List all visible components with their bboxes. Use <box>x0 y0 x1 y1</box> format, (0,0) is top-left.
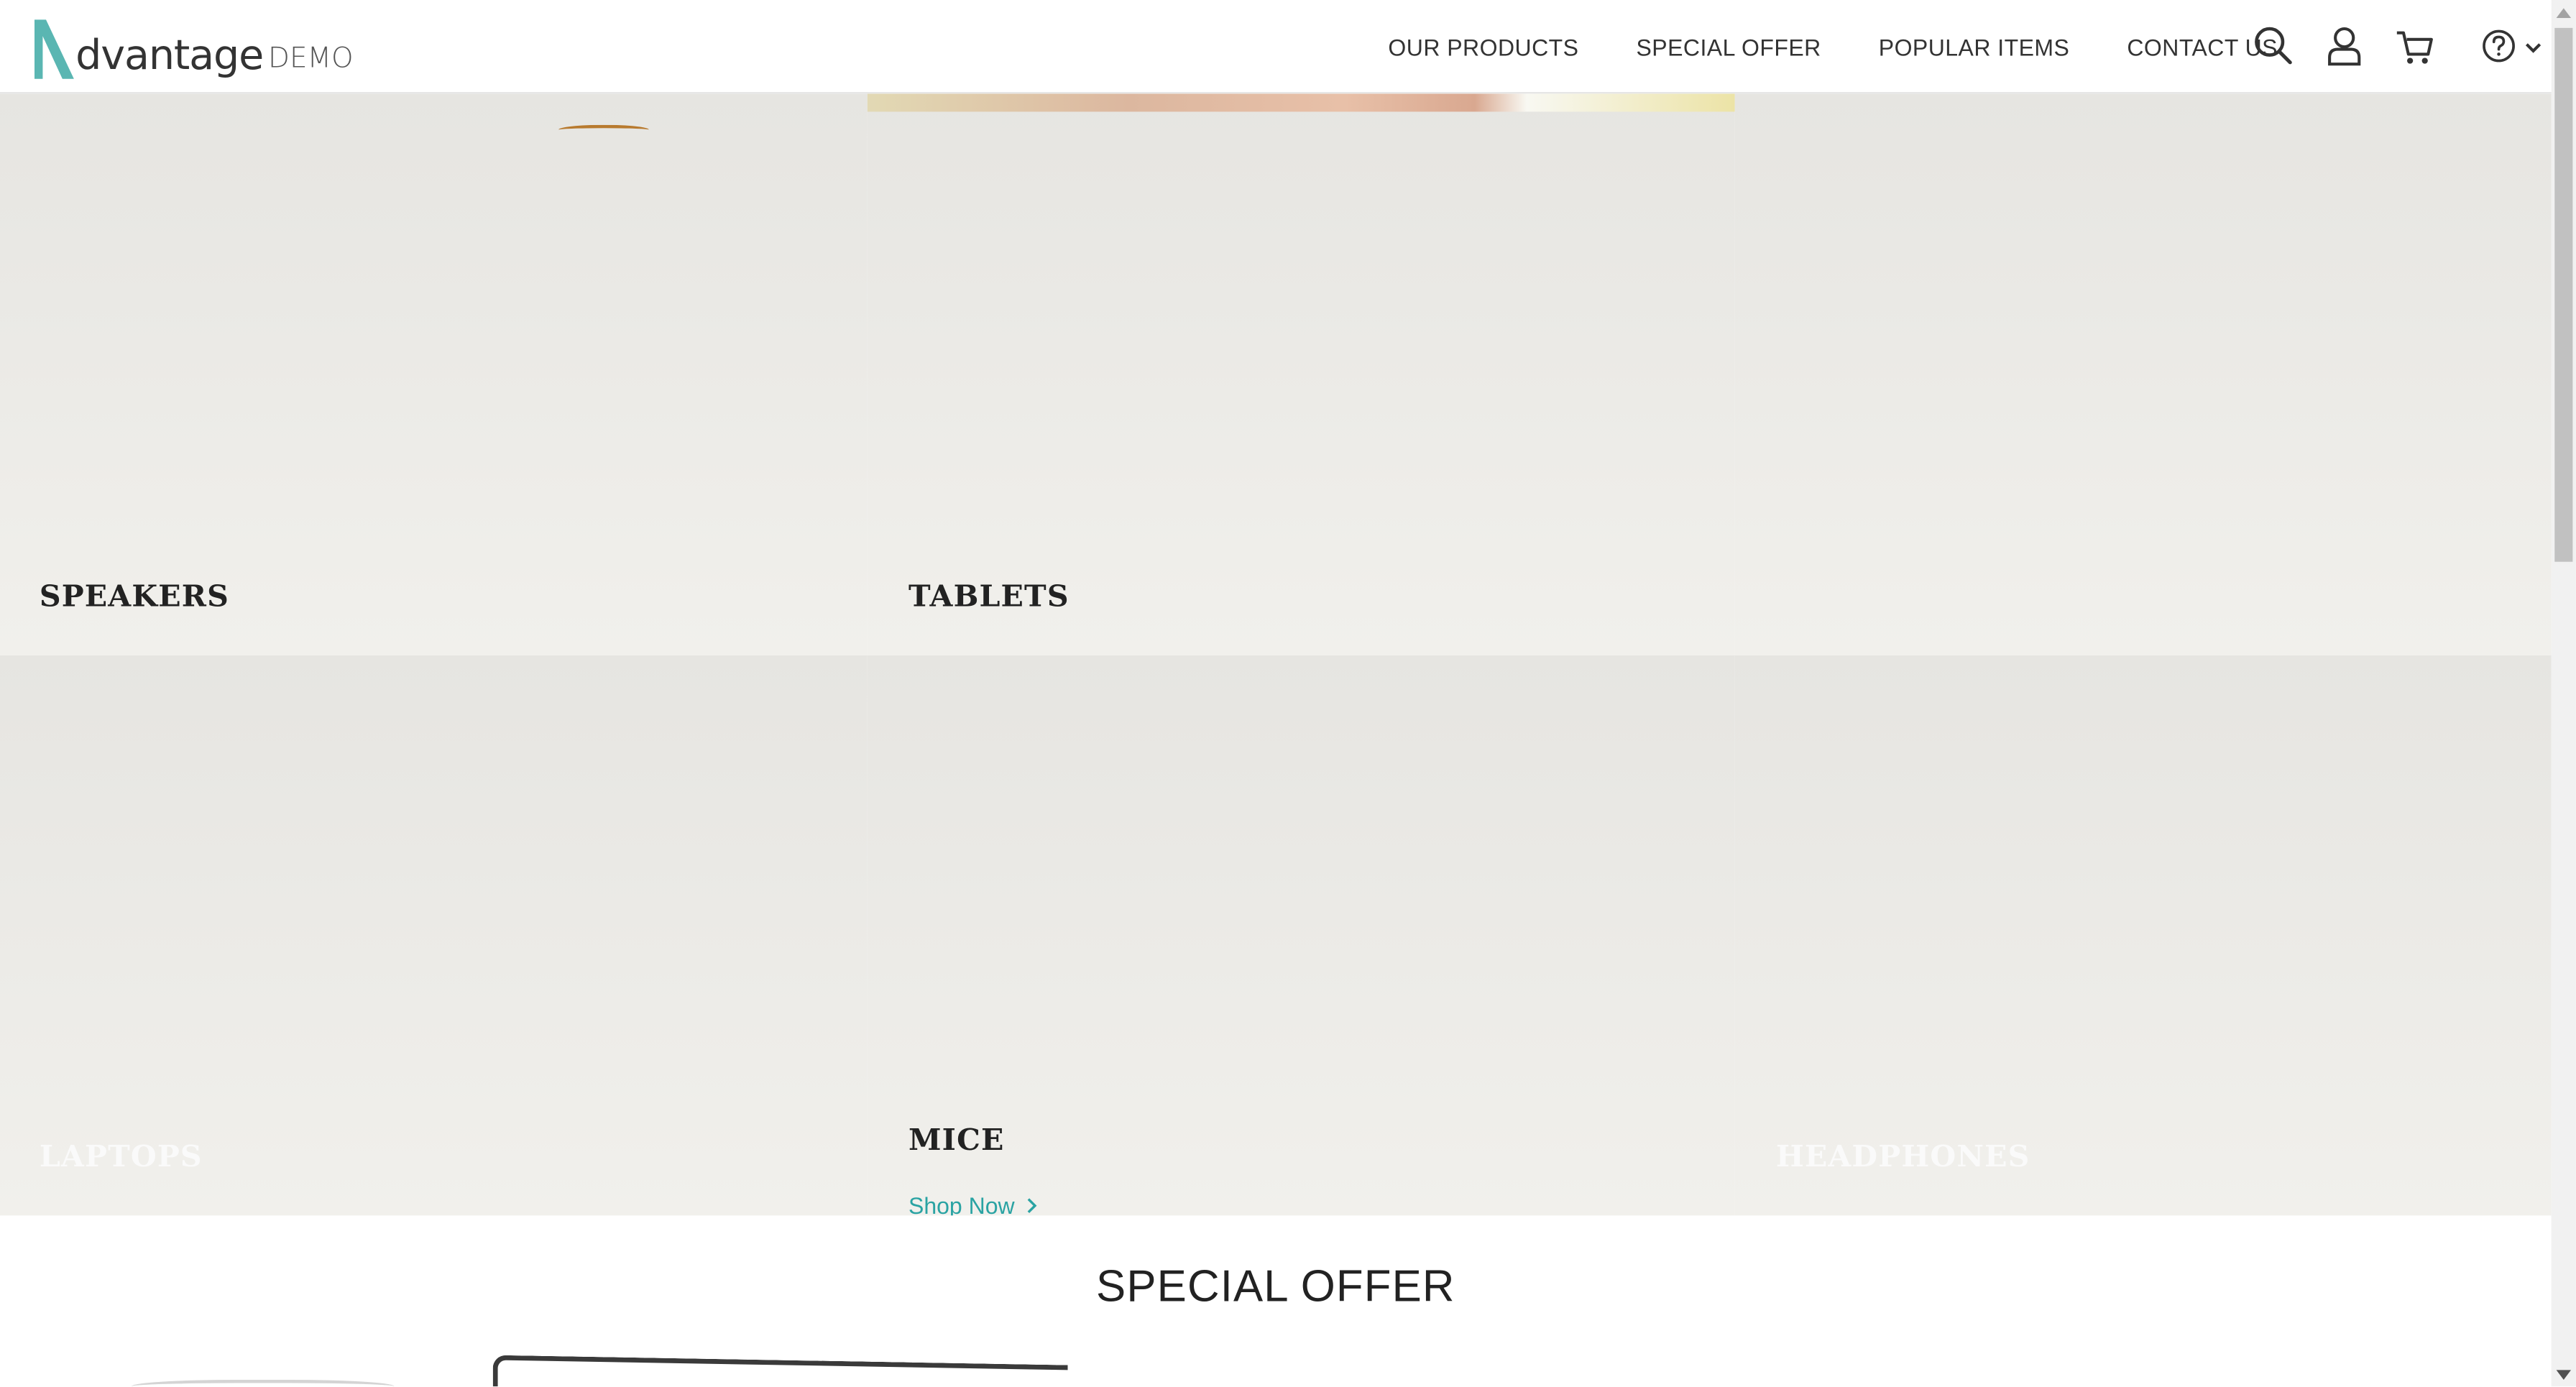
nav-special-offer[interactable]: SPECIAL OFFER <box>1636 34 1821 60</box>
logo-mark-icon <box>33 18 75 80</box>
cart-icon[interactable] <box>2393 24 2436 67</box>
shop-now-link[interactable]: Shop Now <box>908 1192 1038 1215</box>
category-tile-mice[interactable]: MICE Shop Now <box>867 655 1735 1216</box>
tablet-image <box>867 93 1735 112</box>
scrollbar-thumb[interactable] <box>2554 27 2573 562</box>
site-header: dvantage DEMO OUR PRODUCTS SPECIAL OFFER… <box>0 0 2552 94</box>
product-image-left <box>131 1379 395 1386</box>
chevron-down-icon <box>2524 36 2543 55</box>
special-offer-title: SPECIAL OFFER <box>1096 1261 1455 1311</box>
header-icons <box>2253 24 2544 67</box>
category-grid: SPEAKERS TABLETS LAPTOPS MICE Shop Now H… <box>0 93 2552 1216</box>
help-menu[interactable] <box>2465 28 2544 64</box>
category-tile-tablets[interactable]: TABLETS <box>867 93 1735 655</box>
logo[interactable]: dvantage DEMO <box>33 15 354 80</box>
category-title-headphones: HEADPHONES <box>1775 1140 2030 1175</box>
category-title-tablets: TABLETS <box>908 579 1070 614</box>
special-offer-section: SPECIAL OFFER <box>0 1215 2552 1387</box>
category-tile-blank <box>1734 93 2552 655</box>
nav-popular-items[interactable]: POPULAR ITEMS <box>1879 34 2070 60</box>
product-image-laptop <box>492 1355 1068 1387</box>
user-icon[interactable] <box>2323 24 2365 67</box>
category-title-speakers: SPEAKERS <box>39 579 229 614</box>
page-scrollbar[interactable] <box>2551 0 2576 1387</box>
category-title-mice: MICE <box>908 1123 1005 1158</box>
scroll-down-arrow-icon[interactable] <box>2552 1362 2576 1386</box>
main-nav: OUR PRODUCTS SPECIAL OFFER POPULAR ITEMS… <box>1358 0 2335 93</box>
chevron-right-icon <box>1026 1198 1036 1214</box>
shop-now-label: Shop Now <box>908 1192 1015 1216</box>
nav-our-products[interactable]: OUR PRODUCTS <box>1388 34 1578 60</box>
scroll-up-arrow-icon[interactable] <box>2552 0 2576 24</box>
help-icon <box>2480 28 2516 64</box>
category-tile-headphones[interactable]: HEADPHONES <box>1734 655 2552 1216</box>
logo-demo-text: DEMO <box>268 42 354 76</box>
speaker-image <box>558 124 649 135</box>
logo-text: dvantage <box>75 31 264 79</box>
category-title-laptops: LAPTOPS <box>39 1140 203 1175</box>
category-tile-laptops[interactable]: LAPTOPS <box>0 655 868 1216</box>
category-tile-speakers[interactable]: SPEAKERS <box>0 93 868 655</box>
search-icon[interactable] <box>2253 24 2295 67</box>
